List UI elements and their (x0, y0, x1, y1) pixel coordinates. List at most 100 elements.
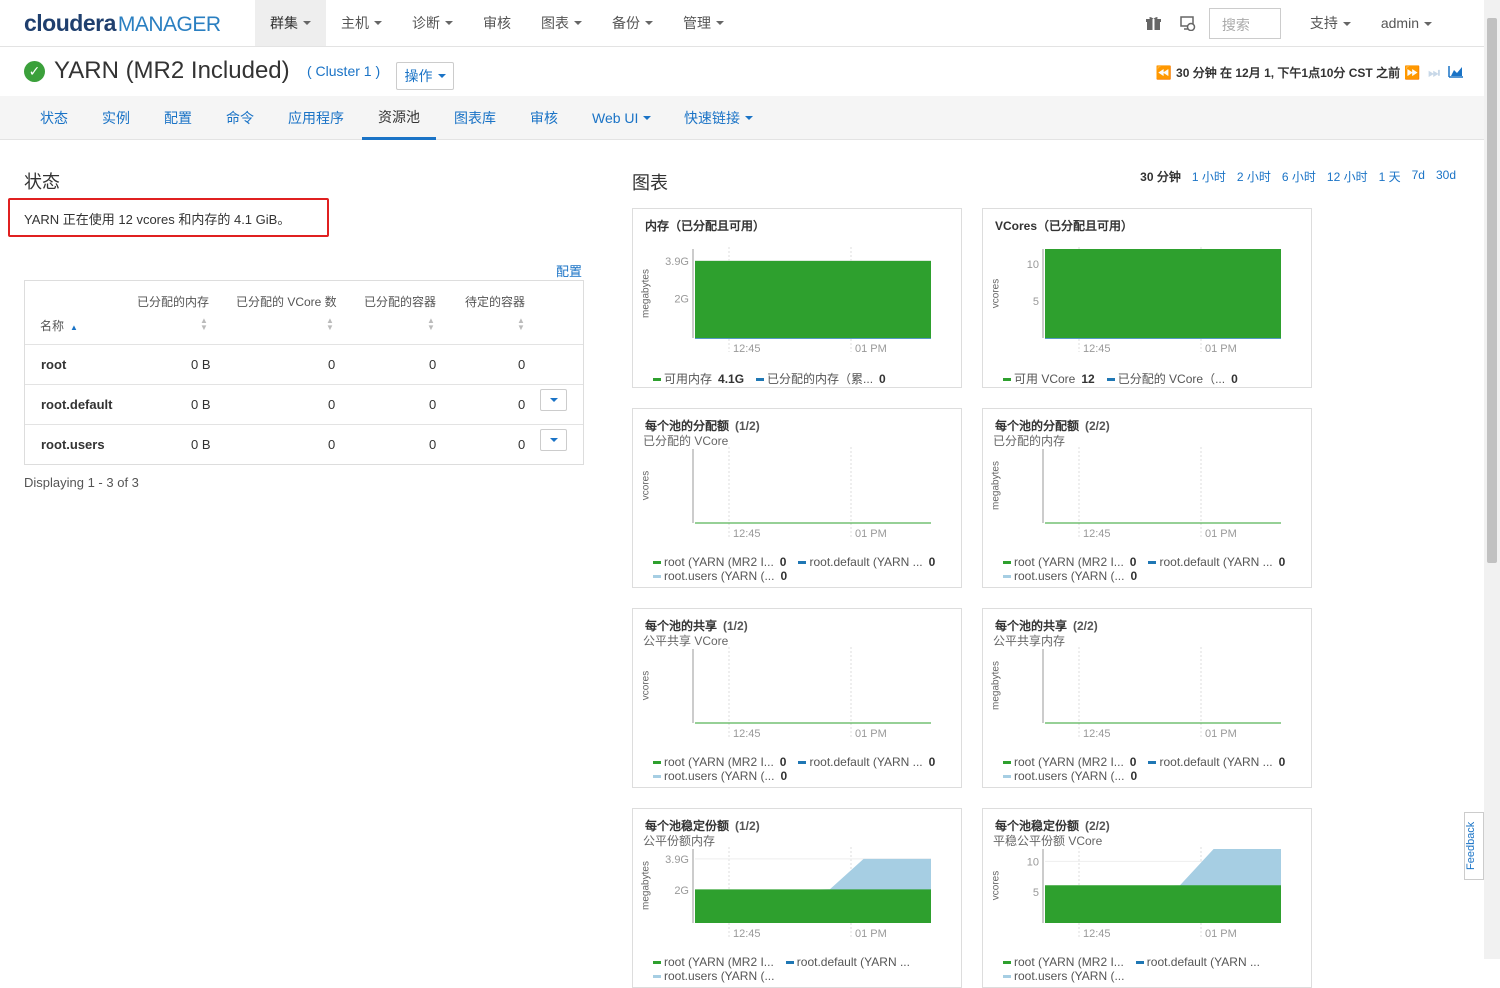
fast-forward-icon[interactable]: ⏭ (1428, 65, 1440, 81)
legend-item[interactable]: root (YARN (MR2 I... 0 (653, 755, 786, 769)
legend-item[interactable]: root.users (YARN (... 0 (653, 769, 787, 783)
chart-series-area (1045, 249, 1281, 338)
range-12h[interactable]: 12 小时 (1327, 168, 1368, 185)
col-vcore-header[interactable]: 已分配的 VCore 数 (236, 293, 337, 310)
legend-item[interactable]: root.default (YARN ... 0 (1148, 755, 1285, 769)
chart-card[interactable]: 每个池的分配额 (2/2) 已分配的内存 megabytes 12:45 01 PM roo… (982, 408, 1312, 588)
tab-audit[interactable]: 审核 (530, 96, 558, 140)
search-input[interactable]: 搜索 (1208, 7, 1281, 39)
user-label: admin (1380, 15, 1419, 31)
nav-item-hosts[interactable]: 主机 (326, 0, 397, 46)
legend-item[interactable]: root.default (YARN ... 0 (1148, 555, 1285, 569)
chart-card[interactable]: 每个池稳定份额 (1/2) 公平份额内存 megabytes 12:45 01 PM 2G 3… (632, 808, 962, 988)
cluster-link[interactable]: ( Cluster 1 ) (307, 63, 380, 79)
nav-item-audit[interactable]: 审核 (468, 0, 526, 46)
table-row: root 0 B 0 0 0 (25, 344, 583, 384)
nav-item-backup[interactable]: 备份 (597, 0, 668, 46)
row-actions-button[interactable] (540, 429, 567, 451)
col-pending-header[interactable]: 待定的容器 (465, 293, 525, 310)
range-1d[interactable]: 1 天 (1379, 168, 1401, 185)
range-2h[interactable]: 2 小时 (1237, 168, 1271, 185)
legend-item[interactable]: 已分配的内存（累... 0 (756, 372, 886, 386)
forward-icon[interactable]: ⏩ (1404, 65, 1420, 81)
legend-item[interactable]: root.users (YARN (... (1003, 969, 1124, 983)
legend-value: 0 (780, 569, 788, 583)
legend-label: 已分配的内存（累... (767, 372, 874, 386)
legend-item[interactable]: root (YARN (MR2 I... 0 (1003, 555, 1136, 569)
range-1h[interactable]: 1 小时 (1192, 168, 1226, 185)
legend-item[interactable]: root.default (YARN ... 0 (798, 555, 935, 569)
legend-item[interactable]: root.default (YARN ... (1135, 955, 1260, 969)
legend-item[interactable]: root (YARN (MR2 I... (1003, 955, 1124, 969)
charts-heading: 图表 (632, 173, 668, 193)
rewind-icon[interactable]: ⏪ (1156, 65, 1172, 81)
legend-swatch (798, 761, 807, 765)
parcel-gift-icon[interactable] (1137, 0, 1171, 46)
running-commands-icon[interactable] (1171, 0, 1205, 46)
tab-chart-library[interactable]: 图表库 (454, 96, 496, 140)
nav-item-diagnostics[interactable]: 诊断 (397, 0, 468, 46)
time-chart-icon[interactable] (1448, 65, 1464, 81)
chart-card[interactable]: 内存（已分配且可用） megabytes 12:45 01 PM 2G 3.9G 可用内存 4… (632, 208, 962, 388)
chart-card[interactable]: 每个池的共享 (1/2) 公平共享 VCore vcores 12:45 01 PM roo… (632, 608, 962, 788)
table-row: root.default 0 B 0 0 0 (25, 384, 583, 424)
range-30m[interactable]: 30 分钟 (1140, 168, 1181, 185)
nav-item-admin[interactable]: 管理 (668, 0, 739, 46)
configure-link[interactable]: 配置 (556, 261, 582, 280)
tab-configuration[interactable]: 配置 (164, 96, 192, 140)
range-6h[interactable]: 6 小时 (1282, 168, 1316, 185)
range-7d[interactable]: 7d (1412, 168, 1425, 185)
tab-status[interactable]: 状态 (40, 96, 68, 140)
legend-item[interactable]: root.default (YARN ... 0 (798, 755, 935, 769)
legend-item[interactable]: root.users (YARN (... 0 (653, 569, 787, 583)
legend-item[interactable]: 可用内存 4.1G (653, 372, 744, 386)
tab-commands[interactable]: 命令 (226, 96, 254, 140)
actions-button[interactable]: 操作 (396, 62, 454, 90)
feedback-tab[interactable]: Feedback (1464, 812, 1484, 880)
col-mem-header[interactable]: 已分配的内存 (137, 293, 209, 310)
user-menu[interactable]: admin (1366, 15, 1484, 31)
legend-item[interactable]: root.users (YARN (... 0 (1003, 569, 1137, 583)
range-30d[interactable]: 30d (1436, 168, 1456, 185)
tab-resource-pools[interactable]: 资源池 (362, 96, 436, 140)
tab-web-ui[interactable]: Web UI (592, 96, 652, 140)
pool-vcores: 0 (328, 437, 336, 452)
legend-item[interactable]: root (YARN (MR2 I... 0 (653, 555, 786, 569)
legend-swatch (653, 961, 661, 965)
tab-applications[interactable]: 应用程序 (288, 96, 344, 140)
legend-item[interactable]: root.users (YARN (... (653, 969, 774, 983)
col-containers-header[interactable]: 已分配的容器 (364, 293, 436, 310)
col-name-header[interactable]: 名称 ▲ (40, 317, 78, 334)
chart-card[interactable]: VCores（已分配且可用） vcores 12:45 01 PM 5 10 可用 VCor… (982, 208, 1312, 388)
chart-card[interactable]: 每个池的共享 (2/2) 公平共享内存 megabytes 12:45 01 PM root… (982, 608, 1312, 788)
support-menu[interactable]: 支持 (1295, 13, 1366, 33)
legend-item[interactable]: root (YARN (MR2 I... 0 (1003, 755, 1136, 769)
nav-item-cluster[interactable]: 群集 (255, 0, 326, 46)
legend-label: 可用内存 (664, 372, 713, 386)
tab-instances[interactable]: 实例 (102, 96, 130, 140)
legend-value: 0 (780, 769, 788, 783)
legend-item[interactable]: root.users (YARN (... 0 (1003, 769, 1137, 783)
nav-item-charts[interactable]: 图表 (526, 0, 597, 46)
legend-item[interactable]: 可用 VCore 12 (1003, 372, 1095, 386)
row-actions-button[interactable] (540, 389, 567, 411)
page-scrollbar[interactable] (1484, 0, 1500, 959)
chart-series-area (695, 890, 931, 923)
legend-label: root.users (YARN (... (664, 569, 775, 583)
resource-pool-table: 名称 ▲ 已分配的内存 ▲ ▼ 已分配的 VCore 数 ▲ ▼ 已分配的容器 ▲ ▼ … (24, 280, 584, 465)
legend-item[interactable]: root (YARN (MR2 I... (653, 955, 774, 969)
legend-swatch (1003, 775, 1011, 779)
chart-card[interactable]: 每个池稳定份额 (2/2) 平稳公平份额 VCore vcores 12:45 01 PM… (982, 808, 1312, 988)
cloudera-manager-logo[interactable]: clouderaMANAGER (24, 10, 221, 37)
legend-value: 0 (779, 555, 787, 569)
chart-card[interactable]: 每个池的分配额 (1/2) 已分配的 VCore vcores 12:45 01 PM ro… (632, 408, 962, 588)
legend-item[interactable]: 已分配的 VCore（... 0 (1106, 372, 1238, 386)
scrollbar-thumb[interactable] (1487, 18, 1497, 563)
chart-x-tick: 01 PM (1205, 728, 1237, 740)
legend-label: root.default (YARN ... (1159, 755, 1273, 769)
chart-x-tick: 01 PM (1205, 343, 1237, 355)
tab-quick-links[interactable]: 快速链接 (684, 96, 753, 140)
legend-item[interactable]: root.default (YARN ... (785, 955, 910, 969)
legend-label: root.default (YARN ... (809, 755, 923, 769)
top-navbar: clouderaMANAGER 群集 主机 诊断 审核 图表 备份 管理 搜索 … (0, 0, 1484, 47)
